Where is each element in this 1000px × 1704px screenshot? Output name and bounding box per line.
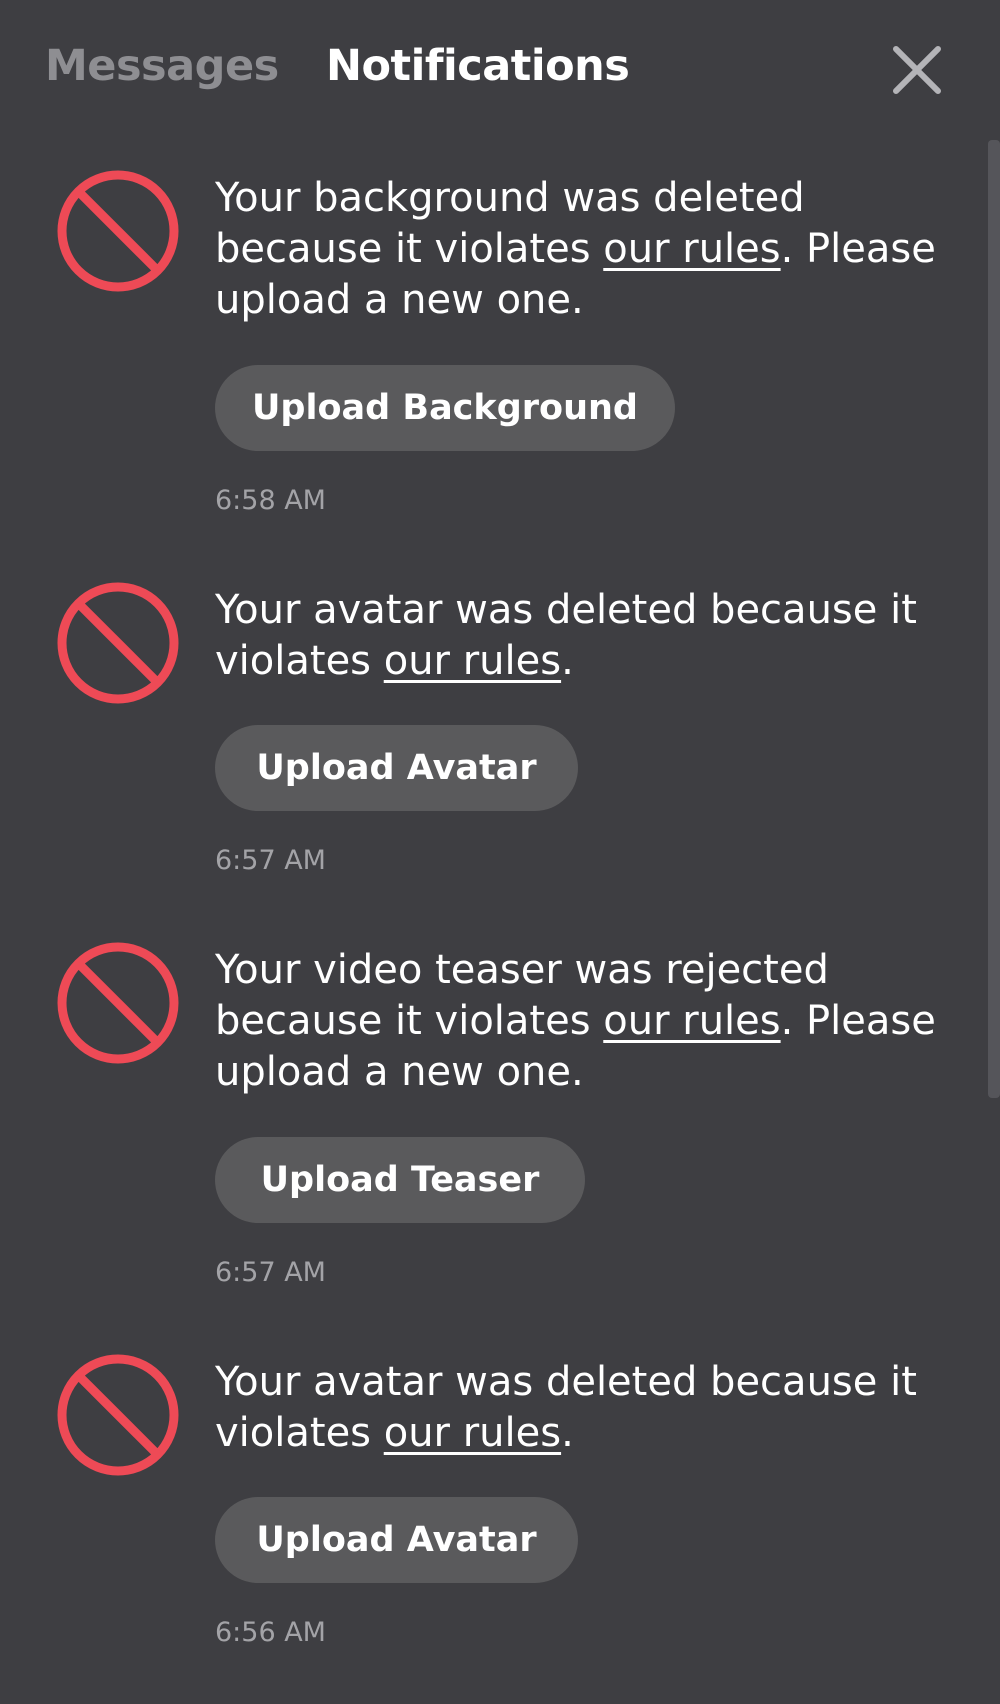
close-icon — [893, 46, 941, 94]
message-text: . — [561, 1410, 574, 1456]
notification-list: Your background was deleted because it v… — [0, 160, 960, 1704]
header: Messages Notifications — [0, 0, 1000, 135]
notification-message: Your avatar was deleted because it viola… — [215, 585, 945, 687]
rules-link[interactable]: our rules — [384, 638, 561, 684]
upload-background-button[interactable]: Upload Background — [215, 365, 675, 451]
close-button[interactable] — [888, 41, 946, 99]
message-text: . — [561, 638, 574, 684]
rules-link[interactable]: our rules — [384, 1410, 561, 1456]
notification-item: Your avatar was deleted because it viola… — [0, 1344, 960, 1704]
block-icon — [57, 170, 179, 292]
tab-notifications[interactable]: Notifications — [326, 40, 630, 92]
notification-item: Your video teaser was rejected because i… — [0, 932, 960, 1344]
block-icon — [57, 1354, 179, 1476]
block-icon — [57, 942, 179, 1064]
notification-message: Your video teaser was rejected because i… — [215, 945, 945, 1098]
rules-link[interactable]: our rules — [603, 226, 780, 272]
tab-messages[interactable]: Messages — [45, 40, 279, 92]
notification-item: Your background was deleted because it v… — [0, 160, 960, 572]
timestamp: 6:57 AM — [215, 1257, 326, 1288]
upload-avatar-button[interactable]: Upload Avatar — [215, 725, 578, 811]
upload-teaser-button[interactable]: Upload Teaser — [215, 1137, 585, 1223]
upload-avatar-button[interactable]: Upload Avatar — [215, 1497, 578, 1583]
rules-link[interactable]: our rules — [603, 998, 780, 1044]
timestamp: 6:56 AM — [215, 1617, 326, 1648]
timestamp: 6:57 AM — [215, 845, 326, 876]
notification-item: Your avatar was deleted because it viola… — [0, 572, 960, 932]
notification-message: Your avatar was deleted because it viola… — [215, 1357, 945, 1459]
notification-message: Your background was deleted because it v… — [215, 173, 945, 326]
block-icon — [57, 582, 179, 704]
timestamp: 6:58 AM — [215, 485, 326, 516]
scrollbar[interactable] — [988, 140, 1000, 1098]
